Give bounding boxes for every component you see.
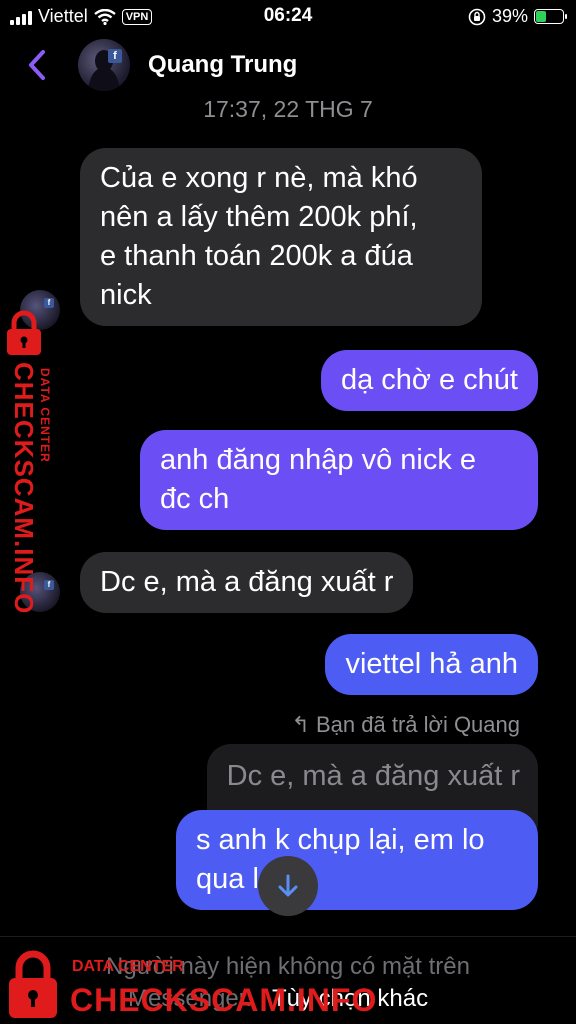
- message-line: nên a lấy thêm 200k phí,: [100, 201, 418, 233]
- message-bubble-outgoing[interactable]: anh đăng nhập vô nick e đc ch: [140, 430, 538, 530]
- padlock-icon: [9, 950, 57, 1018]
- message-line: đc ch: [160, 483, 230, 515]
- padlock-icon: [7, 310, 41, 355]
- status-bar: Viettel VPN 06:24 39%: [0, 0, 576, 34]
- chat-header: f Quang Trung: [0, 34, 576, 96]
- back-chevron-icon[interactable]: [22, 46, 52, 84]
- message-bubble-incoming[interactable]: Dc e, mà a đăng xuất r: [80, 552, 414, 613]
- message-bubble-outgoing[interactable]: viettel hả anh: [325, 634, 538, 695]
- lock-rotation-icon: [468, 8, 486, 25]
- message-line: Dc e, mà a đăng xuất r: [100, 566, 394, 598]
- message-line: e thanh toán 200k a đúa: [100, 240, 413, 272]
- battery-icon: [534, 9, 567, 24]
- contact-avatar[interactable]: f: [78, 39, 130, 91]
- reply-arrow-icon: ↰: [291, 712, 316, 737]
- watermark-text: CHECKSCAM.INFO: [9, 362, 39, 615]
- message-bubble-incoming[interactable]: Của e xong r nè, mà khó nên a lấy thêm 2…: [80, 148, 482, 326]
- scroll-down-button[interactable]: [258, 856, 318, 916]
- watermark-subtext: DATA CENTER: [38, 368, 52, 463]
- facebook-badge-icon: f: [108, 49, 122, 63]
- message-line: viettel hả anh: [345, 648, 518, 680]
- battery-percent: 39%: [491, 6, 528, 26]
- message-line: Của e xong r nè, mà khó: [100, 162, 418, 194]
- reply-note: ↰ Bạn đã trả lời Quang: [291, 712, 520, 738]
- watermark-subtext: DATA CENTER: [72, 958, 184, 975]
- message-line: qua l: [196, 863, 259, 895]
- message-bubble-outgoing[interactable]: dạ chờ e chút: [320, 350, 538, 411]
- message-line: dạ chờ e chút: [340, 364, 518, 396]
- message-line: anh đăng nhập vô nick e: [160, 444, 477, 476]
- hooded-figure-icon: [88, 50, 120, 91]
- message-bubble-outgoing[interactable]: s anh k chụp lại, em lo qua l: [176, 810, 538, 910]
- message-line: s anh k chụp lại, em lo: [196, 824, 485, 856]
- date-separator: 17:37, 22 THG 7: [203, 96, 373, 122]
- contact-name[interactable]: Quang Trung: [148, 51, 297, 79]
- facebook-badge-icon: f: [44, 298, 54, 308]
- watermark-bottom: DATA CENTER CHECKSCAM.INFO: [0, 944, 376, 1024]
- scroll-down-arrow-icon: [278, 874, 298, 897]
- watermark-side: CHECKSCAM.INFO DATA CENTER: [2, 310, 62, 614]
- status-right: 39%: [468, 6, 567, 27]
- watermark-text: CHECKSCAM.INFO: [70, 982, 378, 1018]
- message-line: nick: [100, 279, 152, 311]
- reply-note-text: Bạn đã trả lời Quang: [316, 712, 520, 737]
